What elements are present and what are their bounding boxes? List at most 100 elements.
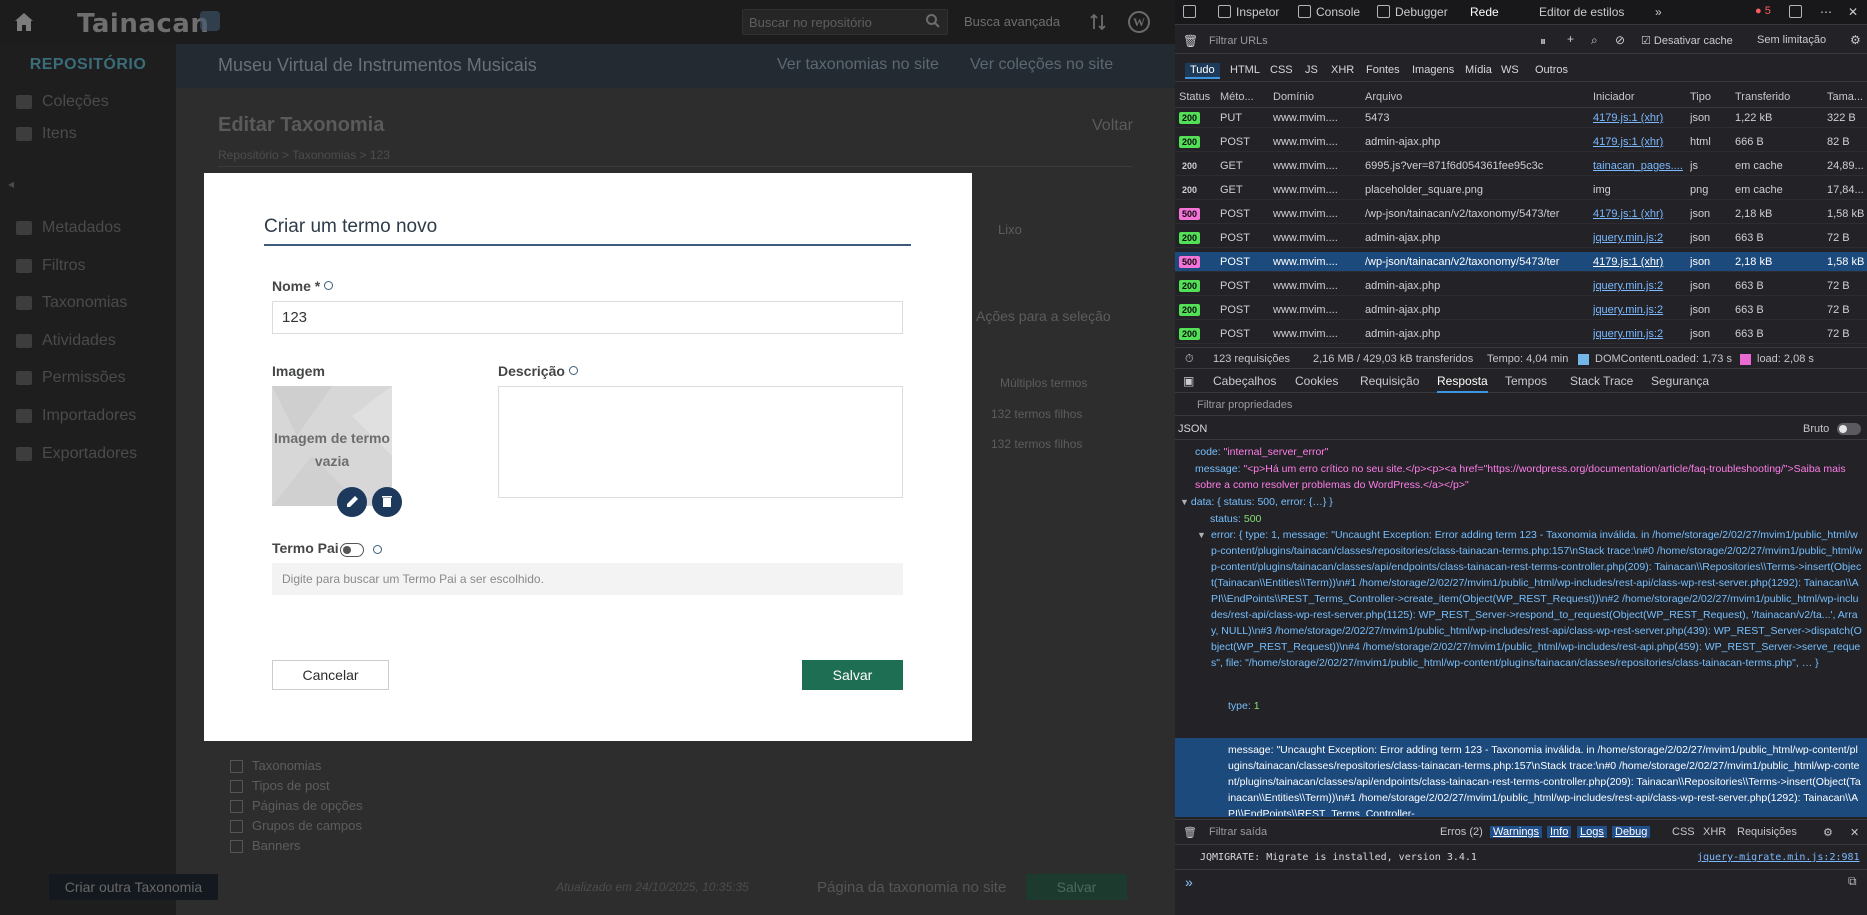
json-row-status[interactable]: status: 500 (1210, 511, 1850, 527)
search-icon[interactable]: ⌕ (1591, 33, 1598, 48)
tab-request[interactable]: Requisição (1360, 374, 1419, 388)
trash-link[interactable]: Lixo (998, 222, 1022, 237)
settings-icon[interactable]: ⚙ (1850, 33, 1861, 47)
checkbox[interactable] (230, 800, 243, 813)
json-row-message-selected[interactable]: message: "Uncaught Exception: Error addi… (1228, 742, 1863, 816)
advanced-search-link[interactable]: Busca avançada (964, 14, 1060, 29)
error-count-badge[interactable]: ● 5 (1755, 5, 1771, 17)
throttle-select[interactable]: Sem limitação (1757, 34, 1826, 46)
sidebar-item-filtros[interactable]: Filtros (16, 254, 86, 278)
sidebar-item-permissoes[interactable]: Permissões (16, 366, 126, 390)
expand-arrow-icon[interactable]: ▼ (1197, 527, 1206, 543)
request-init[interactable]: jquery.min.js:2 (1593, 280, 1688, 292)
column-header[interactable]: Tama... (1827, 91, 1863, 103)
filter-debug[interactable]: Debug (1612, 826, 1651, 838)
type-css[interactable]: CSS (1265, 63, 1298, 77)
help-icon[interactable] (568, 366, 578, 375)
json-row-type[interactable]: type: 1 (1228, 698, 1848, 714)
type-fonts[interactable]: Fontes (1361, 63, 1405, 77)
panel-icon[interactable]: ▣ (1183, 374, 1194, 388)
clear-console-icon[interactable]: 🗑 (1183, 826, 1197, 839)
column-header[interactable]: Domínio (1273, 91, 1314, 103)
filter-info[interactable]: Info (1547, 826, 1572, 838)
request-row[interactable]: 200 POST www.mvim.... admin-ajax.php 4179.js… (1175, 132, 1867, 152)
breadcrumb[interactable]: Repositório > Taxonomias > 123 (218, 148, 390, 162)
filter-requests[interactable]: Requisições (1737, 826, 1797, 838)
sidebar-item-atividades[interactable]: Atividades (16, 329, 116, 353)
sidebar-item-colecoes[interactable]: Coleções (16, 90, 109, 114)
request-row[interactable]: 500 POST www.mvim.... /wp-json/tainacan/v2/… (1175, 252, 1867, 272)
sidebar-item-importadores[interactable]: Importadores (16, 404, 136, 428)
tab-cookies[interactable]: Cookies (1295, 374, 1338, 388)
request-init[interactable]: jquery.min.js:2 (1593, 304, 1688, 316)
checkbox[interactable] (230, 840, 243, 853)
search-input[interactable]: Buscar no repositório (742, 9, 948, 35)
request-row[interactable]: 200 POST www.mvim.... admin-ajax.php jquery.… (1175, 276, 1867, 296)
back-link[interactable]: Voltar (1092, 117, 1133, 135)
request-row[interactable]: 500 POST www.mvim.... /wp-json/tainacan/v2/… (1175, 204, 1867, 224)
home-icon[interactable] (12, 10, 36, 34)
request-row[interactable]: 200 POST www.mvim.... admin-ajax.php jquery.… (1175, 228, 1867, 248)
tab-console[interactable]: Console (1316, 5, 1360, 19)
console-input[interactable]: » ⧉ (1175, 869, 1867, 915)
sidebar-item-itens[interactable]: Itens (16, 122, 77, 146)
clear-icon[interactable]: 🗑 (1183, 34, 1198, 48)
help-icon[interactable] (373, 545, 382, 554)
request-row[interactable]: 200 GET www.mvim.... placeholder_square.png… (1175, 180, 1867, 200)
view-collections-link[interactable]: Ver coleções no site (970, 56, 1113, 74)
tab-security[interactable]: Segurança (1651, 374, 1709, 388)
type-js[interactable]: JS (1300, 63, 1323, 77)
taxonomy-page-link[interactable]: Página da taxonomia no site (817, 879, 1006, 896)
disable-cache-checkbox[interactable]: ☑ Desativar cache (1641, 34, 1733, 47)
raw-toggle[interactable] (1837, 423, 1861, 435)
json-row-message[interactable]: message: "<p>Há um erro crítico no seu s… (1195, 461, 1863, 493)
request-row[interactable]: 200 POST www.mvim.... admin-ajax.php jquery.… (1175, 324, 1867, 344)
request-init[interactable]: 4179.js:1 (xhr) (1593, 136, 1688, 148)
sidebar-title[interactable]: REPOSITÓRIO (0, 56, 176, 74)
pause-icon[interactable]: ⏸ (1540, 34, 1546, 49)
filter-css[interactable]: CSS (1672, 826, 1695, 838)
sort-icon[interactable] (1088, 12, 1108, 32)
request-init[interactable]: tainacan_pages.... (1593, 160, 1688, 172)
picker-icon[interactable] (1183, 5, 1196, 18)
request-init[interactable]: 4179.js:1 (xhr) (1593, 256, 1688, 268)
sidebar-collapse-icon[interactable]: ◂ (8, 177, 18, 191)
request-init[interactable]: img (1593, 184, 1688, 196)
filter-properties-input[interactable]: Filtrar propriedades (1175, 394, 1867, 416)
tab-style-editor[interactable]: Editor de estilos (1539, 5, 1624, 19)
wordpress-icon[interactable]: W (1128, 11, 1150, 33)
search-icon[interactable] (925, 13, 941, 29)
save-button[interactable]: Salvar (802, 660, 903, 690)
checkbox[interactable] (230, 820, 243, 833)
request-row[interactable]: 200 PUT www.mvim.... 5473 4179.js:1 (xhr) jso… (1175, 108, 1867, 128)
request-row[interactable]: 200 GET www.mvim.... 6995.js?ver=871f6d0543… (1175, 156, 1867, 176)
parent-term-toggle[interactable] (340, 543, 364, 557)
close-icon[interactable]: ✕ (1848, 5, 1858, 19)
column-header[interactable]: Status (1179, 91, 1210, 103)
type-xhr[interactable]: XHR (1326, 63, 1359, 77)
menu-icon[interactable]: ⋯ (1820, 5, 1832, 19)
type-images[interactable]: Imagens (1407, 63, 1459, 77)
type-other[interactable]: Outros (1530, 63, 1573, 77)
add-icon[interactable]: + (1567, 32, 1574, 46)
column-header[interactable]: Transferido (1735, 91, 1790, 103)
column-header[interactable]: Tipo (1690, 91, 1711, 103)
view-taxonomies-link[interactable]: Ver taxonomias no site (777, 56, 939, 74)
create-other-taxonomy-button[interactable]: Criar outra Taxonomia (49, 874, 218, 900)
console-source-link[interactable]: jquery-migrate.min.js:2:981 (1697, 852, 1860, 863)
dock-icon[interactable] (1789, 5, 1802, 18)
type-ws[interactable]: WS (1496, 63, 1524, 77)
column-header[interactable]: Méto... (1220, 91, 1254, 103)
tab-inspector[interactable]: Inspetor (1236, 5, 1279, 19)
editor-mode-icon[interactable]: ⧉ (1848, 874, 1857, 889)
request-init[interactable]: jquery.min.js:2 (1593, 232, 1688, 244)
filter-warnings[interactable]: Warnings (1490, 826, 1543, 838)
edit-image-button[interactable] (337, 487, 367, 517)
checkbox[interactable] (230, 760, 243, 773)
help-icon[interactable] (324, 281, 334, 290)
tab-timings[interactable]: Tempos (1505, 374, 1547, 388)
sidebar-item-exportadores[interactable]: Exportadores (16, 442, 137, 466)
filter-errors[interactable]: Erros (2) (1440, 826, 1483, 838)
tab-debugger[interactable]: Debugger (1395, 5, 1448, 19)
name-input[interactable]: 123 (272, 301, 903, 334)
